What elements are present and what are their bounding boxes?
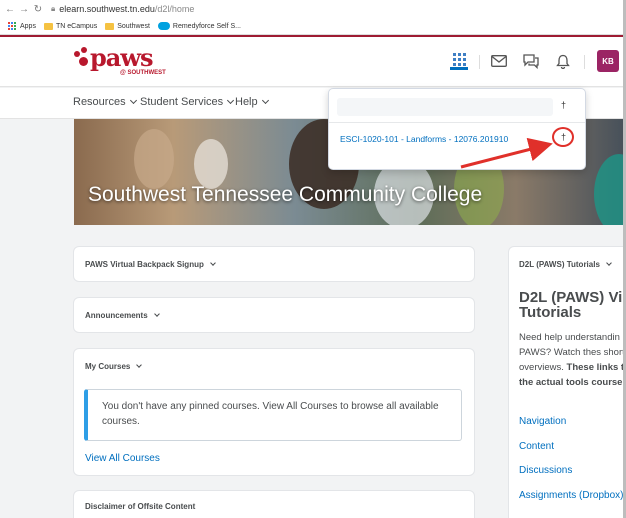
annotation-arrow-icon (460, 137, 553, 169)
